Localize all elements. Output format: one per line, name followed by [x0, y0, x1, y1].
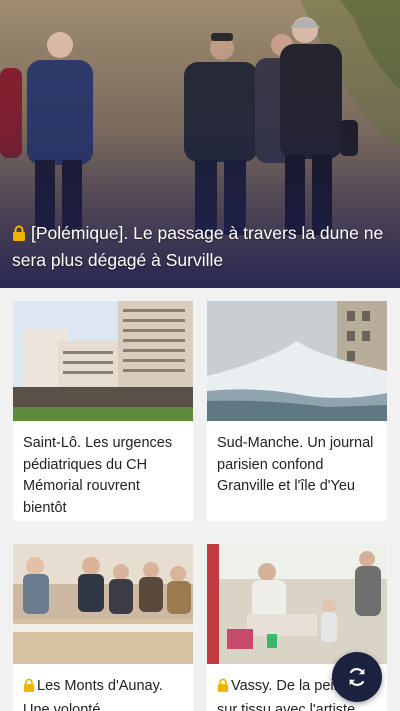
- article-card[interactable]: Sud-Manche. Un journal parisien confond …: [207, 301, 387, 521]
- featured-article-title: [Polémique]. Le passage à travers la dun…: [12, 221, 386, 273]
- featured-article[interactable]: [Polémique]. Le passage à travers la dun…: [0, 0, 400, 288]
- article-thumbnail: [13, 544, 193, 664]
- lock-icon: [217, 678, 229, 700]
- lock-icon: [23, 678, 35, 700]
- article-title: Les Monts d'Aunay. Une volonté: [23, 676, 185, 711]
- refresh-icon: [349, 668, 365, 686]
- article-grid: Saint-Lô. Les urgences pédiatriques du C…: [0, 288, 400, 711]
- refresh-button[interactable]: [332, 652, 382, 702]
- lock-icon: [12, 223, 26, 248]
- article-title: Sud-Manche. Un journal parisien confond …: [217, 435, 374, 494]
- article-thumbnail: [207, 301, 387, 421]
- article-title-text: Les Monts d'Aunay. Une volonté: [23, 678, 163, 711]
- article-thumbnail: [13, 301, 193, 421]
- article-title: Saint-Lô. Les urgences pédiatriques du C…: [23, 435, 173, 516]
- article-card[interactable]: Les Monts d'Aunay. Une volonté: [13, 544, 193, 711]
- featured-article-title-text: [Polémique]. Le passage à travers la dun…: [12, 223, 384, 270]
- article-thumbnail: [207, 544, 387, 664]
- article-card[interactable]: Saint-Lô. Les urgences pédiatriques du C…: [13, 301, 193, 521]
